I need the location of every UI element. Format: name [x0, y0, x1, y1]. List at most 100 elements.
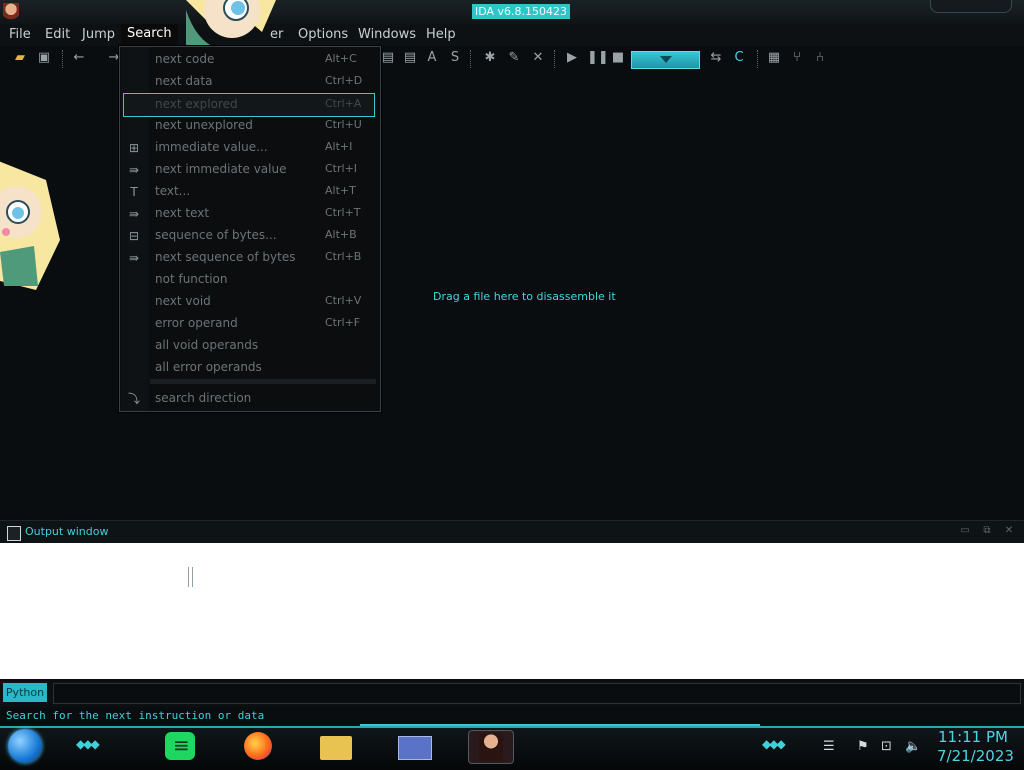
menu-item-next-code[interactable]: next code Alt+C	[120, 49, 380, 71]
app-icon	[3, 3, 19, 21]
menu-item-shortcut: Ctrl+T	[325, 206, 361, 219]
search-next-icon: ⇛	[128, 251, 140, 265]
clock-date[interactable]: 7/21/2023	[937, 747, 1014, 765]
back-arrow-icon[interactable]: ←	[71, 50, 87, 66]
menu-item-label: search direction	[155, 391, 252, 405]
chevron-down-icon	[660, 56, 672, 63]
menu-jump[interactable]: Jump	[80, 27, 117, 42]
delete-icon[interactable]: ✕	[530, 50, 546, 66]
show-desktop-icon[interactable]: ☰	[823, 739, 835, 754]
arrow-down-icon: ⤵	[127, 392, 140, 406]
menu-item-shortcut: Ctrl+I	[325, 162, 358, 175]
menu-item-label: error operand	[155, 316, 238, 330]
output-window-header: Output window ▭ ⧉ ✕	[0, 520, 1024, 543]
menu-item-shortcut: Alt+T	[325, 184, 356, 197]
flag-icon[interactable]: ⚑	[857, 739, 869, 754]
menu-item-all-error-operands[interactable]: all error operands	[120, 357, 380, 379]
open-folder-icon[interactable]: ▰	[12, 50, 28, 66]
menu-item-next-immediate-value[interactable]: ⇛ next immediate value Ctrl+I	[120, 159, 380, 181]
output-window-body[interactable]	[0, 543, 1024, 679]
mascot-sticker-top	[186, 0, 276, 48]
menu-item-next-unexplored[interactable]: next unexplored Ctrl+U	[120, 115, 380, 137]
file-explorer-taskbar-icon[interactable]	[319, 730, 353, 762]
title-bar: IDA v6.8.150423	[0, 0, 1024, 25]
search-text-icon: T	[130, 185, 138, 199]
make-struct-icon[interactable]: S	[447, 50, 463, 66]
menu-item-immediate-value[interactable]: ⊞ immediate value... Alt+I	[120, 137, 380, 159]
menu-item-next-explored[interactable]: next explored Ctrl+A	[123, 93, 375, 117]
clock-time[interactable]: 11:11 PM	[938, 728, 1008, 746]
debugger-icon[interactable]: C	[731, 50, 747, 66]
toolbar-separator	[554, 50, 556, 68]
menu-item-label: all error operands	[155, 360, 262, 374]
chevron-decoration-icon: ◆◆◆	[762, 737, 786, 751]
menu-item-shortcut: Alt+C	[325, 52, 357, 65]
make-string-icon[interactable]: A	[424, 50, 440, 66]
start-button[interactable]	[8, 729, 42, 763]
make-ascii-icon[interactable]: ▤	[402, 50, 418, 66]
run-to-cursor-icon[interactable]: ⇆	[708, 50, 724, 66]
breakpoint-icon[interactable]: ✱	[482, 50, 498, 66]
status-bar-text: Search for the next instruction or data	[6, 709, 265, 722]
play-icon[interactable]: ▶	[564, 50, 580, 66]
menu-item-shortcut: Ctrl+F	[325, 316, 361, 329]
menu-item-shortcut: Alt+B	[325, 228, 357, 241]
network-icon[interactable]: ⊡	[881, 739, 892, 754]
menu-item-not-function[interactable]: not function	[120, 269, 380, 291]
restore-icon[interactable]: ▭	[959, 525, 971, 537]
menu-item-search-direction[interactable]: ⤵ search direction	[120, 388, 380, 410]
call-graph-icon[interactable]: ⑃	[812, 50, 828, 66]
search-bytes-icon: ⊟	[128, 229, 140, 243]
menu-item-label: immediate value...	[155, 140, 268, 154]
drag-file-hint: Drag a file here to disassemble it	[433, 290, 616, 303]
debugger-select-dropdown[interactable]	[631, 51, 700, 69]
window-controls[interactable]	[930, 0, 1012, 13]
menu-item-sequence-of-bytes[interactable]: ⊟ sequence of bytes... Alt+B	[120, 225, 380, 247]
menu-item-shortcut: Ctrl+B	[325, 250, 362, 263]
menu-edit[interactable]: Edit	[43, 27, 72, 42]
float-icon[interactable]: ⧉	[981, 525, 993, 537]
menu-file[interactable]: File	[7, 27, 33, 42]
make-data-icon[interactable]: ▤	[380, 50, 396, 66]
stop-icon[interactable]: ■	[610, 50, 626, 66]
save-icon[interactable]: ▣	[36, 50, 52, 66]
search-immediate-icon: ⊞	[128, 141, 140, 155]
menu-item-label: next immediate value	[155, 162, 287, 176]
menu-item-text[interactable]: T text... Alt+T	[120, 181, 380, 203]
command-input[interactable]	[53, 683, 1021, 704]
menu-item-all-void-operands[interactable]: all void operands	[120, 335, 380, 357]
menu-windows[interactable]: Windows	[356, 27, 418, 42]
menu-bar: File Edit Jump Search er Options Windows…	[0, 24, 1024, 46]
virtual-machine-taskbar-icon[interactable]	[396, 730, 432, 762]
volume-icon[interactable]: 🔈	[905, 739, 921, 754]
menu-item-label: next text	[155, 206, 210, 220]
menu-item-next-data[interactable]: next data Ctrl+D	[120, 71, 380, 93]
output-window-icon	[7, 526, 21, 541]
menu-item-shortcut: Ctrl+U	[325, 118, 362, 131]
spotify-taskbar-icon[interactable]	[163, 730, 197, 762]
menu-item-label: text...	[155, 184, 191, 198]
menu-item-label: not function	[155, 272, 228, 286]
search-next-icon: ⇛	[128, 163, 140, 177]
menu-item-shortcut: Ctrl+D	[325, 74, 363, 87]
edit-icon[interactable]: ✎	[506, 50, 522, 66]
menu-item-next-void[interactable]: next void Ctrl+V	[120, 291, 380, 313]
toolbar-separator	[757, 50, 759, 68]
menu-item-label: next sequence of bytes	[155, 250, 296, 264]
menu-item-next-sequence-of-bytes[interactable]: ⇛ next sequence of bytes Ctrl+B	[120, 247, 380, 269]
firefox-taskbar-icon[interactable]	[242, 730, 276, 762]
python-button[interactable]: Python	[3, 683, 47, 702]
menu-item-shortcut: Ctrl+A	[325, 97, 362, 110]
graph-view-icon[interactable]: ▦	[766, 50, 782, 66]
menu-options[interactable]: Options	[296, 27, 350, 42]
close-icon[interactable]: ✕	[1003, 525, 1015, 537]
ida-taskbar-icon[interactable]	[468, 730, 514, 764]
flow-chart-icon[interactable]: ⑂	[789, 50, 805, 66]
menu-help[interactable]: Help	[424, 27, 458, 42]
menu-item-next-text[interactable]: ⇛ next text Ctrl+T	[120, 203, 380, 225]
menu-item-shortcut: Alt+I	[325, 140, 353, 153]
menu-item-error-operand[interactable]: error operand Ctrl+F	[120, 313, 380, 335]
pause-icon[interactable]: ❚❚	[587, 50, 609, 66]
menu-item-shortcut: Ctrl+V	[325, 294, 362, 307]
toolbar-separator	[470, 50, 472, 68]
